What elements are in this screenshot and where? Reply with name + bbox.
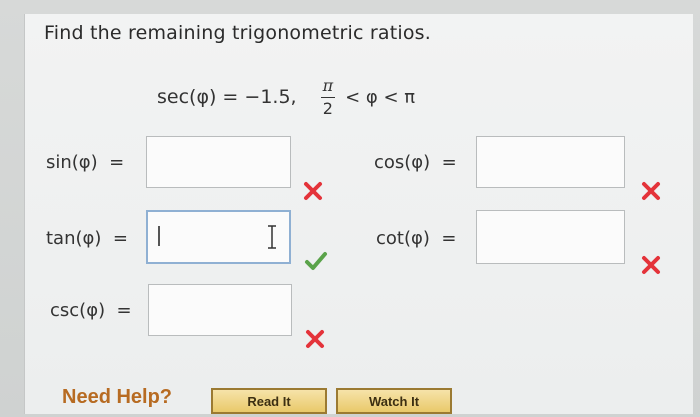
- given-sec-value: sec(φ) = −1.5,: [157, 86, 297, 108]
- cos-label: cos(φ) =: [374, 152, 457, 173]
- interval-inequality: < φ < π: [345, 86, 416, 108]
- tan-label: tan(φ) =: [46, 228, 128, 249]
- screen: Find the remaining trigonometric ratios.…: [0, 0, 700, 417]
- ibeam-cursor-icon: [268, 225, 276, 249]
- watch-it-button[interactable]: Watch It: [336, 388, 452, 414]
- csc-label: csc(φ) =: [50, 300, 132, 321]
- cot-incorrect-icon: [642, 256, 660, 274]
- sin-answer-input[interactable]: [146, 136, 291, 188]
- cos-incorrect-icon: [642, 182, 660, 200]
- interval-denominator: 2: [322, 98, 333, 118]
- read-it-button[interactable]: Read It: [211, 388, 327, 414]
- csc-answer-input[interactable]: [148, 284, 292, 336]
- csc-incorrect-icon: [306, 330, 324, 348]
- tan-answer-input[interactable]: [146, 210, 291, 264]
- tan-correct-icon: [305, 252, 327, 270]
- need-help-heading: Need Help?: [62, 386, 173, 408]
- interval-numerator: π: [322, 75, 334, 95]
- sin-label: sin(φ) =: [46, 152, 125, 173]
- cot-label: cot(φ) =: [376, 228, 457, 249]
- question-prompt: Find the remaining trigonometric ratios.: [44, 22, 432, 44]
- fraction-bar: [320, 96, 335, 98]
- sin-incorrect-icon: [304, 182, 322, 200]
- cot-answer-input[interactable]: [476, 210, 625, 264]
- text-caret: [158, 226, 160, 246]
- cos-answer-input[interactable]: [476, 136, 625, 188]
- interval-fraction: π 2: [320, 75, 336, 118]
- given-condition: sec(φ) = −1.5, π 2 < φ < π: [157, 72, 415, 122]
